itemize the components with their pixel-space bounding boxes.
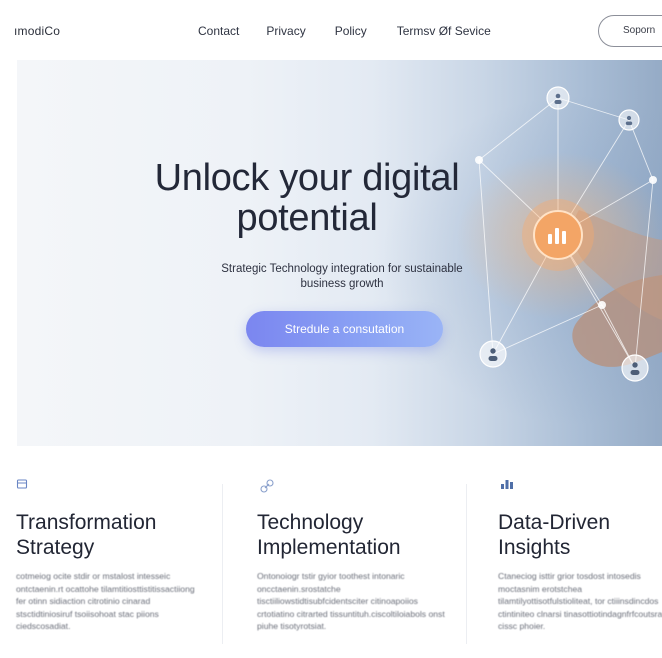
brand-logo[interactable]: ımodiCo [14,24,60,38]
layers-icon [16,478,28,493]
feature-description: Ctaneciog isttir grior tosdost intosedis… [498,571,662,632]
feature-divider [466,484,467,644]
feature-card-transformation: Transformation Strategy cotmeiog ocite s… [0,446,220,658]
feature-card-technology: Technology Implementation Ontonoiogr tst… [235,446,455,658]
feature-divider [222,484,223,644]
node-user-icon [621,354,649,382]
nav-link-policy[interactable]: Policy [335,24,367,38]
chart-icon [500,478,514,493]
feature-description: cotmeiog ocite stdir or mstalost intesse… [16,571,195,632]
node-dot [649,176,657,184]
hero-section: Unlock your digital potential Strategic … [17,60,662,446]
feature-title: Transformation Strategy [16,511,157,559]
nav-link-contact[interactable]: Contact [198,24,239,38]
nav-link-terms[interactable]: Termsv Øf Sevice [397,24,491,38]
hero-title: Unlock your digital potential [154,157,460,239]
nav-link-privacy[interactable]: Privacy [266,24,305,38]
node-dot [598,301,606,309]
features-section: Transformation Strategy cotmeiog ocite s… [0,446,662,658]
feature-title: Data-Driven Insights [498,511,611,559]
node-user-icon [479,340,507,368]
network-illustration [475,86,662,382]
schedule-consultation-button[interactable]: Stredule a consutation [246,311,443,347]
site-header: ımodiCo Contact Privacy Policy Termsv Øf… [0,0,662,60]
feature-description: Ontonoiogr tstir gyior toothest intonari… [257,571,445,632]
feature-card-data-insights: Data-Driven Insights Ctaneciog isttir gr… [475,446,662,658]
hero-subtitle: Strategic Technology integration for sus… [221,263,463,290]
link-icon [259,478,275,497]
support-button[interactable]: Soporn [598,15,662,47]
main-nav: Contact Privacy Policy Termsv Øf Sevice [198,24,491,38]
feature-title: Technology Implementation [257,511,401,559]
